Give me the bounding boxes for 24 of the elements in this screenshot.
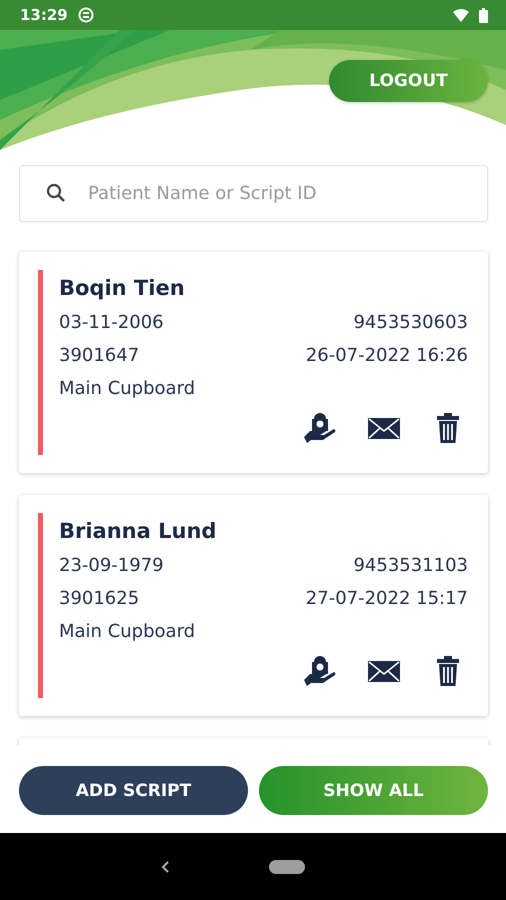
wifi-icon xyxy=(453,8,469,22)
script-datetime: 27-07-2022 15:17 xyxy=(306,587,468,611)
storage-location: Main Cupboard xyxy=(59,620,196,644)
search-icon xyxy=(46,183,66,203)
script-id: 3901625 xyxy=(59,587,140,611)
status-time: 13:29 xyxy=(20,6,68,24)
script-datetime: 26-07-2022 16:26 xyxy=(306,344,468,368)
birth-date: 23-09-1979 xyxy=(59,554,164,578)
phone-number: 9453530603 xyxy=(353,311,468,335)
script-id: 3901647 xyxy=(59,344,140,368)
script-card[interactable]: Brianna Lund 23-09-1979 9453531103 3901625 27-07-2022 15:17 Main Cupboard xyxy=(19,495,488,716)
patient-name: Boqin Tien xyxy=(59,275,186,302)
add-script-button[interactable]: ADD SCRIPT xyxy=(19,766,248,815)
birth-date: 03-11-2006 xyxy=(59,311,164,335)
search-field[interactable]: Patient Name or Script ID xyxy=(19,165,488,222)
medicine-hand-icon[interactable] xyxy=(302,411,338,445)
back-icon[interactable] xyxy=(161,860,169,872)
patient-name: Brianna Lund xyxy=(59,518,218,545)
storage-location: Main Cupboard xyxy=(59,377,196,401)
script-card[interactable]: Boqin Tien 03-11-2006 9453530603 3901647 26-07-2022 16:26 Main Cupboard xyxy=(19,252,488,473)
phone-number: 9453531103 xyxy=(353,554,468,578)
home-icon[interactable] xyxy=(269,860,305,874)
medicine-hand-icon[interactable] xyxy=(302,654,338,688)
battery-icon xyxy=(479,8,488,22)
